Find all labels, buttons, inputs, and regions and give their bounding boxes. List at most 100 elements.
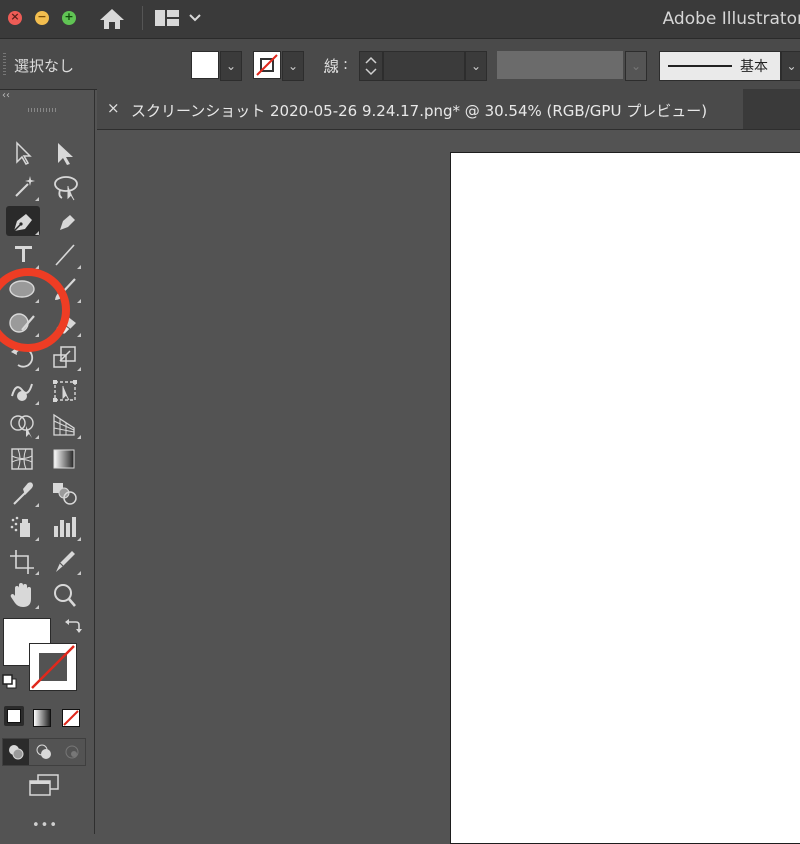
gradient-mode-button[interactable] [33, 709, 51, 727]
edit-toolbar-button[interactable]: ••• [32, 818, 58, 833]
none-mode-button[interactable] [62, 709, 80, 727]
variable-width-profile [497, 51, 623, 79]
stroke-width-input[interactable] [383, 51, 465, 81]
close-tab-icon[interactable]: × [107, 99, 120, 117]
stroke-color-swatch[interactable] [253, 51, 281, 79]
workspace-switcher-button[interactable] [154, 8, 206, 28]
draw-inside-icon [65, 745, 79, 759]
artboard-tool[interactable] [6, 546, 40, 576]
stroke-width-dropdown[interactable]: ⌄ [465, 51, 487, 81]
no-color-slash-icon [31, 645, 75, 689]
shape-builder-tool[interactable] [6, 410, 40, 440]
stroke-label-colon: : [343, 55, 349, 73]
title-bar: × − + Adobe Illustrator [0, 0, 800, 39]
zoom-window-button[interactable]: + [62, 10, 76, 25]
pen-tool[interactable] [6, 206, 40, 236]
free-transform-tool[interactable] [48, 376, 82, 406]
slice-tool[interactable] [48, 546, 82, 576]
selection-status: 選択なし [14, 57, 75, 75]
fill-dropdown[interactable]: ⌄ [220, 51, 242, 81]
lasso-icon [54, 176, 78, 201]
blend-tool[interactable] [48, 478, 82, 508]
panel-grip[interactable] [28, 108, 56, 112]
selection-arrow-icon [16, 141, 32, 165]
close-window-button[interactable]: × [8, 10, 22, 25]
tab-strip [743, 89, 800, 130]
collapse-panel-button[interactable]: ‹‹ [2, 90, 10, 101]
tool-group-indicator [77, 435, 81, 439]
mesh-tool[interactable] [6, 444, 40, 474]
draw-normal-button[interactable] [3, 739, 29, 765]
type-tool[interactable] [6, 240, 40, 270]
workspace-layout-icon [155, 10, 201, 26]
artboard[interactable] [450, 152, 800, 844]
color-mode-button[interactable] [4, 706, 24, 726]
hand-tool[interactable] [6, 580, 40, 610]
draw-normal-icon [9, 745, 24, 760]
column-graph-tool[interactable] [48, 512, 82, 542]
tool-group-indicator [77, 299, 81, 303]
tool-group-indicator [35, 503, 39, 507]
brush-definition-label: 基本 [740, 59, 768, 75]
tool-group-indicator [35, 231, 39, 235]
zoom-tool[interactable] [48, 580, 82, 610]
tool-group-indicator [77, 571, 81, 575]
gradient-tool[interactable] [48, 444, 82, 474]
perspective-grid-tool[interactable] [48, 410, 82, 440]
tool-group-indicator [35, 571, 39, 575]
document-tab[interactable]: × スクリーンショット 2020-05-26 9.24.17.png* @ 30… [97, 89, 743, 130]
direct-selection-tool[interactable] [48, 138, 82, 168]
symbol-sprayer-tool[interactable] [6, 512, 40, 542]
swap-fill-stroke-button[interactable] [62, 616, 82, 636]
drawing-modes [2, 738, 86, 766]
lasso-tool[interactable] [48, 172, 82, 202]
brush-stroke-preview [668, 65, 732, 67]
draw-behind-button[interactable] [31, 739, 57, 765]
line-segment-tool[interactable] [48, 240, 82, 270]
brush-definition-select[interactable]: 基本 [659, 51, 781, 81]
eyedropper-tool[interactable] [6, 478, 40, 508]
minimize-window-button[interactable]: − [35, 10, 49, 25]
chevron-down-icon: ⌄ [786, 59, 797, 73]
chevron-down-icon: ⌄ [287, 59, 299, 73]
stroke-width-stepper[interactable] [359, 51, 383, 81]
stroke-color-box[interactable] [29, 643, 77, 691]
tool-group-indicator [35, 537, 39, 541]
document-tab-title: スクリーンショット 2020-05-26 9.24.17.png* @ 30.5… [131, 102, 708, 120]
screen-mode-icon [29, 774, 59, 796]
tool-group-indicator [77, 537, 81, 541]
tool-group-indicator [35, 367, 39, 371]
scale-tool[interactable] [48, 342, 82, 372]
mesh-icon [11, 448, 33, 470]
default-fill-stroke-button[interactable] [2, 674, 18, 690]
fill-color-swatch[interactable] [191, 51, 219, 79]
tool-group-indicator [77, 333, 81, 337]
divider [142, 6, 143, 30]
tool-group-indicator [35, 435, 39, 439]
gradient-icon [53, 449, 75, 469]
magic-wand-tool[interactable] [6, 172, 40, 202]
warp-tool[interactable] [6, 376, 40, 406]
tool-group-indicator [77, 367, 81, 371]
stroke-label[interactable]: 線 [324, 55, 339, 76]
stroke-dropdown[interactable]: ⌄ [282, 51, 304, 81]
zoom-magnifier-icon [54, 584, 76, 607]
draw-inside-button[interactable] [59, 739, 85, 765]
panel-grip[interactable] [3, 53, 6, 75]
change-screen-mode-button[interactable] [26, 772, 62, 800]
brush-definition-dropdown[interactable]: ⌄ [781, 51, 800, 81]
chevron-down-icon: ⌄ [470, 59, 482, 73]
solid-color-icon [7, 709, 21, 723]
free-transform-icon [53, 380, 77, 402]
selection-tool[interactable] [6, 138, 40, 168]
home-icon [100, 9, 124, 29]
direct-selection-arrow-icon [58, 143, 73, 165]
pen-curve-icon [60, 215, 75, 230]
app-title: Adobe Illustrator [662, 9, 800, 29]
swap-arrow-icon [65, 619, 82, 633]
tool-group-indicator [77, 265, 81, 269]
tools-panel: ‹‹ ••• [0, 90, 95, 834]
curvature-tool[interactable] [48, 206, 82, 236]
home-button[interactable] [98, 6, 126, 32]
control-bar: 選択なし ⌄ ⌄ 線 : ⌄ ⌄ 基本 ⌄ [0, 39, 800, 90]
